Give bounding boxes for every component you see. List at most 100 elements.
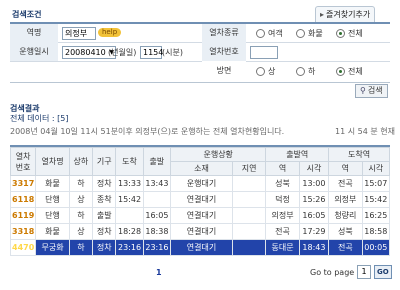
col-updown: 상하 — [68, 147, 94, 176]
col-train-number: 열차 번호 — [9, 147, 37, 176]
col-from-time: 시각 — [298, 161, 330, 176]
arrival-cell — [115, 207, 144, 224]
train-number-input[interactable] — [250, 46, 278, 59]
train-number-link[interactable]: 6118 — [9, 191, 37, 208]
goto-page-input[interactable]: 1 — [357, 265, 371, 279]
arrival-cell: 18:28 — [115, 223, 144, 240]
arrival-cell: 15:42 — [115, 191, 144, 208]
arrival-cell: 23:16 — [115, 239, 144, 256]
from-time-cell: 18:43 — [298, 239, 330, 256]
updown-cell: 상 — [68, 223, 94, 240]
to-station-cell: 전곡 — [328, 175, 363, 192]
type-freight-label: 화물 — [308, 29, 323, 38]
from-station-cell: 덕정 — [265, 191, 300, 208]
from-station-cell: 성북 — [265, 175, 300, 192]
origin-cell: 종착 — [92, 191, 117, 208]
from-time-cell: 17:29 — [298, 223, 330, 240]
table-row[interactable]: 6119 단행 하 출발 16:05 연결대기 의정부 16:05 청량리 16… — [9, 207, 391, 224]
col-from-station: 역 — [265, 161, 300, 176]
direction-all-label: 전체 — [348, 67, 363, 76]
col-to-time: 시각 — [361, 161, 391, 176]
col-origin: 기구 — [92, 147, 117, 176]
origin-cell: 정차 — [92, 239, 117, 256]
location-cell: 연결대기 — [170, 207, 233, 224]
add-favorites-button[interactable]: ▸ 즐겨찾기추가 — [315, 6, 376, 23]
direction-label: 방면 — [202, 61, 246, 80]
date-select-value: 20080410 — [65, 48, 106, 57]
departure-cell — [142, 191, 172, 208]
train-number-link[interactable]: 4470 — [9, 239, 37, 256]
location-cell: 연결대기 — [170, 223, 233, 240]
delay-cell — [231, 191, 267, 208]
type-all-label: 전체 — [348, 29, 363, 38]
search-form: 역명 의정부 help 열차종류 여객 화물 전체 운행일시 20080410 … — [10, 22, 390, 83]
bookmark-icon: ▸ — [320, 10, 325, 19]
delay-cell — [231, 223, 267, 240]
train-number-link[interactable]: 3317 — [9, 175, 37, 192]
to-station-cell: 의정부 — [328, 191, 363, 208]
departure-cell: 16:05 — [142, 207, 172, 224]
result-total: 전체 데이터 : [5] — [10, 114, 69, 123]
train-number-label: 열차번호 — [202, 42, 246, 61]
train-name-cell: 화물 — [35, 175, 70, 192]
table-row[interactable]: 3318 화물 상 정차 18:28 18:38 연결대기 전곡 17:29 성… — [9, 223, 391, 240]
departure-cell: 13:43 — [142, 175, 172, 192]
search-button-label: 검색 — [367, 86, 383, 95]
current-page[interactable]: 1 — [156, 268, 162, 277]
train-number-link[interactable]: 3318 — [9, 223, 37, 240]
type-all-radio[interactable] — [336, 29, 345, 38]
from-station-cell: 의정부 — [265, 207, 300, 224]
time-suffix: (시분) — [162, 48, 183, 57]
col-departure: 출발 — [142, 147, 172, 176]
add-favorites-label: 즐겨찾기추가 — [326, 10, 371, 19]
updown-cell: 하 — [68, 239, 94, 256]
to-station-cell: 성북 — [328, 223, 363, 240]
table-row-selected[interactable]: 4470 무궁화 하 정차 23:16 23:16 연결대기 동대문 18:43… — [9, 239, 391, 256]
col-arrival: 도착 — [115, 147, 144, 176]
station-input[interactable]: 의정부 — [62, 27, 96, 40]
time-input[interactable]: 1154 — [140, 46, 163, 59]
to-time-cell: 16:25 — [361, 207, 391, 224]
direction-up-label: 상 — [268, 67, 276, 76]
table-row[interactable]: 3317 화물 하 정차 13:33 13:43 운행대기 성북 13:00 전… — [9, 175, 391, 192]
results-body: 3317 화물 하 정차 13:33 13:43 운행대기 성북 13:00 전… — [9, 175, 391, 256]
train-number-link[interactable]: 6119 — [9, 207, 37, 224]
departure-cell: 18:38 — [142, 223, 172, 240]
type-freight-radio[interactable] — [296, 29, 305, 38]
train-name-cell: 화물 — [35, 223, 70, 240]
date-label: 운행일시 — [10, 42, 58, 61]
location-cell: 운행대기 — [170, 175, 233, 192]
type-passenger-radio[interactable] — [256, 29, 265, 38]
from-time-cell: 16:05 — [298, 207, 330, 224]
to-station-cell: 청량리 — [328, 207, 363, 224]
location-cell: 연결대기 — [170, 191, 233, 208]
origin-cell: 정차 — [92, 175, 117, 192]
delay-cell — [231, 239, 267, 256]
goto-page-label: Go to page : — [310, 268, 360, 277]
result-description: 2008년 04월 10일 11시 51분이후 의정부(으)로 운행하는 전체 … — [10, 127, 285, 136]
search-section-title: 검색조건 — [12, 10, 42, 19]
col-group-status: 운행상황 — [170, 147, 267, 162]
col-group-to: 도착역 — [328, 147, 390, 162]
type-passenger-label: 여객 — [268, 29, 283, 38]
from-station-cell: 전곡 — [265, 223, 300, 240]
direction-down-label: 하 — [308, 67, 316, 76]
updown-cell: 하 — [68, 207, 94, 224]
go-button[interactable]: GO — [374, 265, 392, 279]
direction-down-radio[interactable] — [296, 67, 305, 76]
delay-cell — [231, 175, 267, 192]
origin-cell: 정차 — [92, 223, 117, 240]
to-time-cell: 15:07 — [361, 175, 391, 192]
location-cell: 연결대기 — [170, 239, 233, 256]
arrival-cell: 13:33 — [115, 175, 144, 192]
search-icon: ⚲ — [360, 86, 366, 95]
to-time-cell: 15:42 — [361, 191, 391, 208]
help-button[interactable]: help — [98, 28, 122, 37]
direction-up-radio[interactable] — [256, 67, 265, 76]
direction-all-radio[interactable] — [336, 67, 345, 76]
status-time: 11 시 54 분 현재 — [335, 127, 395, 136]
updown-cell: 하 — [68, 175, 94, 192]
date-suffix: (년월일) — [108, 48, 137, 57]
table-row[interactable]: 6118 단행 상 종착 15:42 연결대기 덕정 15:26 의정부 15:… — [9, 191, 391, 208]
search-button[interactable]: ⚲ 검색 — [355, 84, 388, 98]
